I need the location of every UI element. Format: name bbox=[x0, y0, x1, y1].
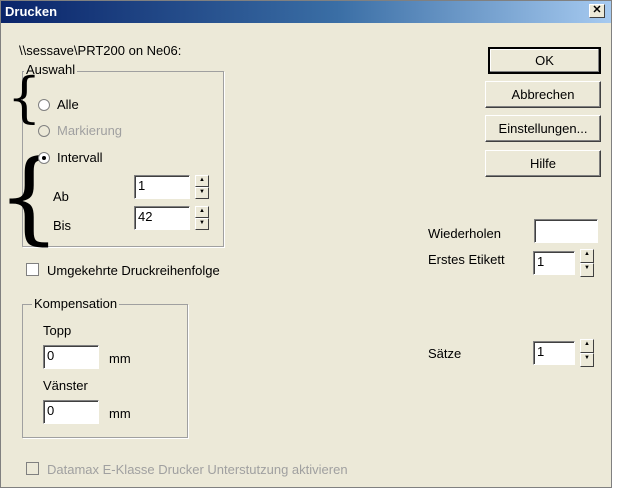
spin-down-icon: ▼ bbox=[584, 265, 590, 271]
spin-up-icon: ▲ bbox=[199, 177, 205, 183]
spin-down-icon: ▼ bbox=[584, 355, 590, 361]
close-button[interactable]: ✕ bbox=[589, 4, 605, 18]
print-dialog: Drucken ✕ \\sessave\PRT200 on Ne06: OK A… bbox=[0, 0, 612, 488]
radio-markierung-label: Markierung bbox=[57, 123, 123, 138]
window-title: Drucken bbox=[5, 4, 58, 19]
help-button[interactable]: Hilfe bbox=[485, 150, 601, 177]
settings-button-label: Einstellungen... bbox=[498, 121, 588, 136]
first-label-spin-up[interactable]: ▲ bbox=[580, 249, 594, 263]
from-input[interactable]: 1 bbox=[134, 175, 190, 199]
datamax-label: Datamax E-Klasse Drucker Unterstutzung a… bbox=[47, 462, 348, 477]
brace-annotation-bottom: { bbox=[0, 138, 61, 255]
repeat-label: Wiederholen bbox=[428, 226, 501, 241]
to-label: Bis bbox=[53, 218, 72, 233]
ok-button[interactable]: OK bbox=[488, 47, 601, 74]
left-label: Vänster bbox=[43, 378, 88, 393]
repeat-input[interactable] bbox=[534, 219, 598, 243]
sets-spin-down[interactable]: ▼ bbox=[580, 353, 594, 367]
top-input[interactable]: 0 bbox=[43, 345, 99, 369]
kompensation-group-label: Kompensation bbox=[32, 296, 120, 311]
top-label: Topp bbox=[43, 323, 72, 338]
from-spinner[interactable]: ▲ ▼ bbox=[195, 175, 209, 199]
to-value: 42 bbox=[138, 209, 153, 224]
datamax-checkbox[interactable] bbox=[26, 462, 39, 475]
cancel-button-label: Abbrechen bbox=[511, 87, 575, 102]
sets-spinner[interactable]: ▲ ▼ bbox=[580, 339, 594, 367]
radio-alle[interactable] bbox=[38, 99, 50, 111]
sets-label: Sätze bbox=[428, 346, 462, 361]
spin-down-icon: ▼ bbox=[199, 220, 205, 226]
first-label-spinner[interactable]: ▲ ▼ bbox=[580, 249, 594, 277]
reverse-order-checkbox[interactable] bbox=[26, 263, 39, 276]
radio-selected-dot bbox=[42, 156, 46, 160]
left-input[interactable]: 0 bbox=[43, 400, 99, 424]
spin-up-icon: ▲ bbox=[584, 251, 590, 257]
first-label-spin-down[interactable]: ▼ bbox=[580, 263, 594, 277]
spin-up-icon: ▲ bbox=[199, 208, 205, 214]
radio-alle-label: Alle bbox=[57, 97, 79, 112]
left-value: 0 bbox=[47, 403, 55, 418]
from-spin-down[interactable]: ▼ bbox=[195, 187, 209, 199]
help-button-label: Hilfe bbox=[529, 156, 556, 171]
top-unit: mm bbox=[109, 351, 131, 366]
spin-down-icon: ▼ bbox=[199, 189, 205, 195]
radio-intervall-label: Intervall bbox=[57, 150, 103, 165]
first-label-value: 1 bbox=[537, 254, 545, 269]
to-spinner[interactable]: ▲ ▼ bbox=[195, 206, 209, 230]
top-value: 0 bbox=[47, 348, 55, 363]
settings-button[interactable]: Einstellungen... bbox=[485, 115, 601, 142]
to-input[interactable]: 42 bbox=[134, 206, 190, 230]
first-label-input[interactable]: 1 bbox=[533, 251, 575, 275]
spin-up-icon: ▲ bbox=[584, 341, 590, 347]
sets-value: 1 bbox=[537, 344, 545, 359]
first-label-label: Erstes Etikett bbox=[428, 252, 505, 267]
radio-intervall[interactable] bbox=[38, 152, 50, 164]
radio-markierung[interactable] bbox=[38, 125, 50, 137]
close-icon: ✕ bbox=[592, 4, 602, 16]
to-spin-down[interactable]: ▼ bbox=[195, 218, 209, 230]
title-bar[interactable]: Drucken ✕ bbox=[1, 1, 611, 23]
sets-input[interactable]: 1 bbox=[533, 341, 575, 365]
ok-button-label: OK bbox=[535, 53, 554, 68]
left-unit: mm bbox=[109, 406, 131, 421]
from-label: Ab bbox=[53, 189, 69, 204]
to-spin-up[interactable]: ▲ bbox=[195, 206, 209, 218]
from-value: 1 bbox=[138, 178, 146, 193]
printer-path: \\sessave\PRT200 on Ne06: bbox=[19, 43, 182, 58]
brace-annotation-top: { bbox=[7, 66, 42, 129]
from-spin-up[interactable]: ▲ bbox=[195, 175, 209, 187]
reverse-order-label: Umgekehrte Druckreihenfolge bbox=[47, 263, 220, 278]
sets-spin-up[interactable]: ▲ bbox=[580, 339, 594, 353]
cancel-button[interactable]: Abbrechen bbox=[485, 81, 601, 108]
